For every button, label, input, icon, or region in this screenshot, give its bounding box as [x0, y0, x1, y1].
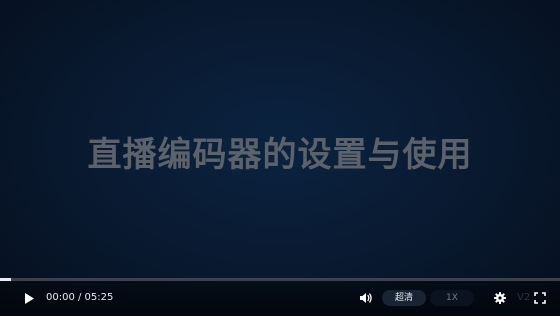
speed-selector[interactable]: 1X	[430, 290, 474, 306]
progress-fill	[0, 278, 12, 281]
play-button[interactable]	[20, 289, 38, 307]
fullscreen-icon	[534, 292, 546, 304]
version-label: V2	[517, 292, 531, 303]
volume-icon	[360, 293, 372, 303]
play-icon	[25, 292, 34, 304]
time-display: 00:00 / 05:25	[46, 292, 114, 303]
video-title-text: 直播编码器的设置与使用	[87, 135, 473, 175]
control-bar: 00:00 / 05:25 超清 1X V2	[0, 278, 560, 316]
progress-bar[interactable]	[0, 278, 560, 281]
quality-selector[interactable]: 超清	[382, 290, 426, 306]
video-frame[interactable]: 直播编码器的设置与使用	[0, 0, 560, 278]
fullscreen-button[interactable]	[531, 289, 549, 307]
volume-button[interactable]	[357, 289, 375, 307]
video-player[interactable]: 直播编码器的设置与使用 00:00 / 05:25 超清 1X V2	[0, 0, 560, 316]
settings-button[interactable]	[491, 289, 509, 307]
gear-icon	[494, 292, 506, 304]
